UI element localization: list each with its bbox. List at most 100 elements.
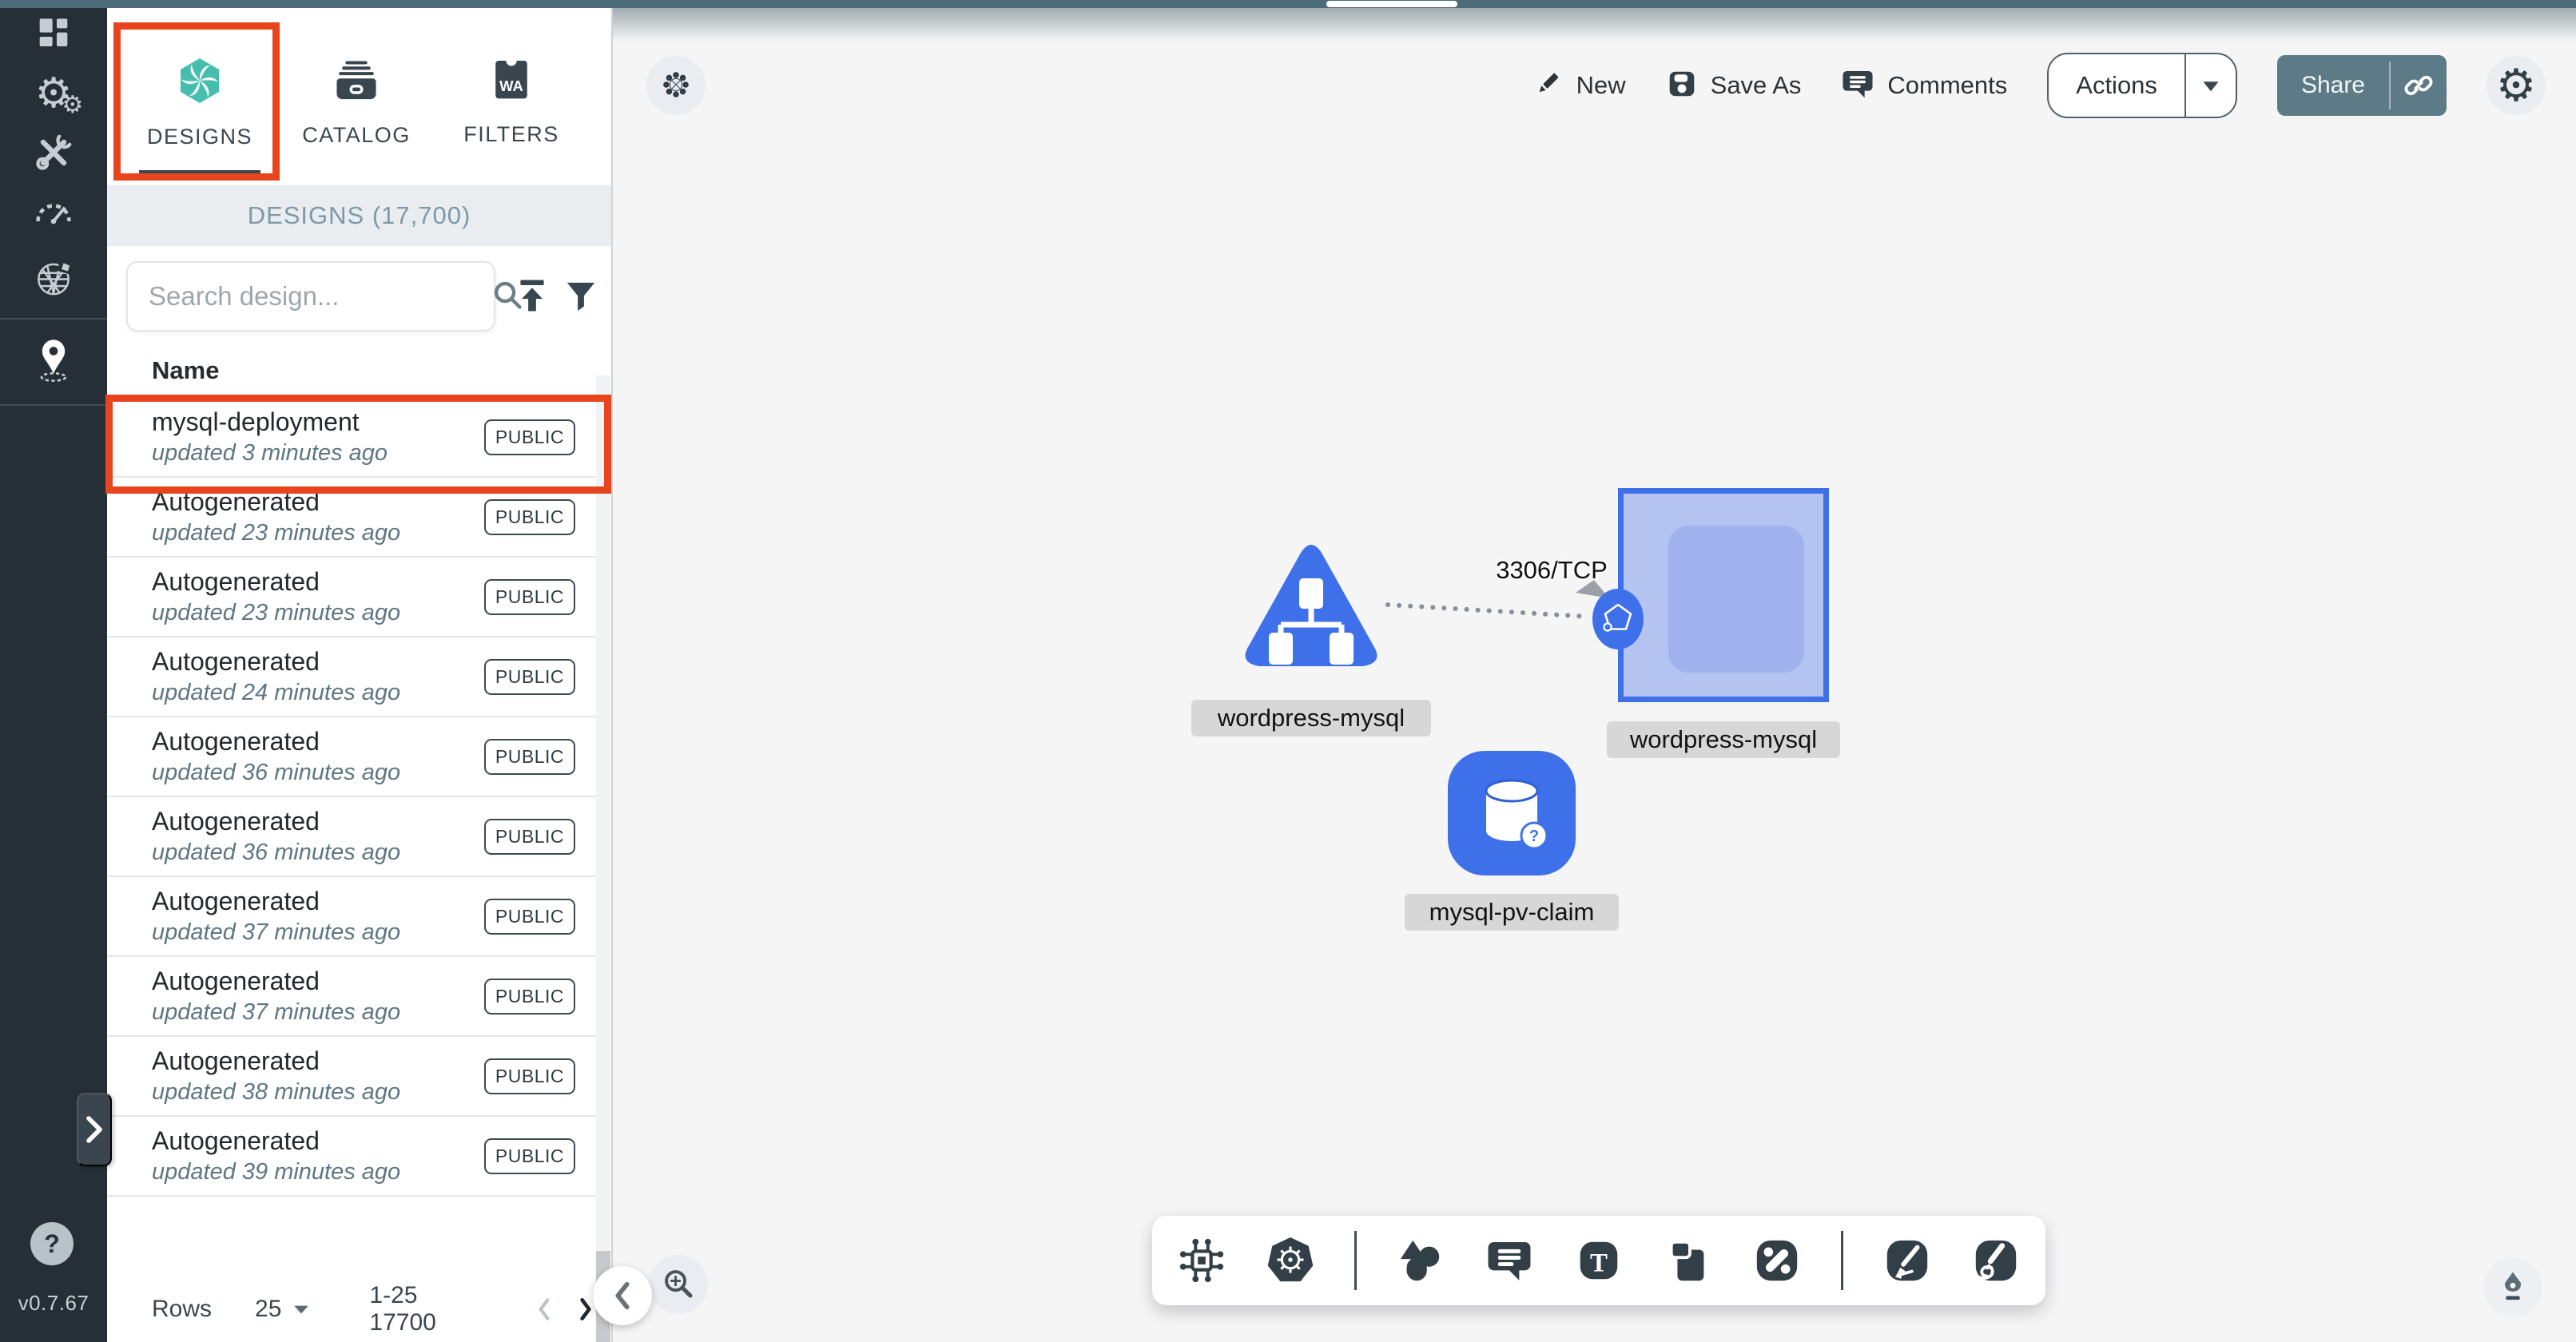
design-name: Autogenerated — [152, 727, 484, 756]
text-tool-icon[interactable]: T — [1573, 1234, 1624, 1287]
wasm-filter-icon: WA — [488, 58, 535, 108]
shapes-tool-icon[interactable] — [1395, 1234, 1446, 1287]
link-edge-tool-icon[interactable] — [1751, 1234, 1803, 1287]
design-list-item[interactable]: Autogenerated updated 23 minutes ago PUB… — [107, 558, 596, 637]
rows-per-page-select[interactable]: 25 — [255, 1296, 310, 1323]
tab-filters[interactable]: WA FILTERS — [433, 24, 590, 181]
gear-icon: ⚙ — [2496, 63, 2536, 108]
expand-sidebar-button[interactable] — [77, 1093, 112, 1166]
design-list-item[interactable]: Autogenerated updated 38 minutes ago PUB… — [107, 1037, 596, 1117]
publish-upload-icon[interactable] — [511, 275, 553, 316]
comments-button[interactable]: Comments — [1841, 67, 2007, 105]
settings-button[interactable]: ⚙ — [2487, 56, 2546, 115]
rail-divider — [0, 318, 107, 320]
visibility-badge: PUBLIC — [484, 579, 575, 615]
components-circuit-icon[interactable] — [1176, 1234, 1227, 1287]
svg-text:?: ? — [1529, 828, 1539, 845]
comment-tool-icon[interactable] — [1485, 1234, 1536, 1287]
version-label: v0.7.67 — [0, 1291, 107, 1316]
design-updated: updated 38 minutes ago — [152, 1079, 484, 1106]
freehand-draw-tool-icon[interactable] — [1882, 1234, 1933, 1287]
svg-text:T: T — [1590, 1249, 1608, 1278]
actions-label: Actions — [2049, 54, 2184, 117]
design-list-item[interactable]: Autogenerated updated 23 minutes ago PUB… — [107, 478, 596, 558]
tab-designs[interactable]: DESIGNS — [121, 24, 278, 181]
list-scrollbar-track[interactable] — [596, 375, 610, 1342]
design-updated: updated 36 minutes ago — [152, 840, 484, 866]
designs-panel: DESIGNS CATALOG WA FILTERS DESIGNS (17,7… — [107, 0, 613, 1342]
actions-dropdown-caret[interactable] — [2186, 54, 2236, 117]
database-icon: ? — [1465, 767, 1558, 860]
node-label-pvc: mysql-pv-claim — [1405, 894, 1619, 931]
rows-per-page-value: 25 — [255, 1296, 281, 1323]
help-button[interactable]: ? — [30, 1222, 74, 1265]
design-updated: updated 3 minutes ago — [152, 440, 484, 467]
search-input[interactable] — [147, 280, 490, 312]
design-updated: updated 23 minutes ago — [152, 600, 484, 626]
design-updated: updated 39 minutes ago — [152, 1159, 484, 1185]
share-button[interactable]: Share — [2277, 55, 2447, 116]
design-list-item[interactable]: Autogenerated updated 24 minutes ago PUB… — [107, 637, 596, 717]
node-pvc-mysql-pv-claim[interactable]: ? — [1448, 751, 1576, 875]
zoom-in-button[interactable] — [649, 1255, 708, 1314]
tab-designs-label: DESIGNS — [147, 125, 252, 149]
visibility-badge: PUBLIC — [484, 899, 575, 935]
pen-mode-button[interactable] — [2483, 1258, 2542, 1317]
design-list-item[interactable]: Autogenerated updated 36 minutes ago PUB… — [107, 717, 596, 797]
filter-funnel-icon[interactable] — [561, 276, 601, 316]
notes-tool-icon[interactable] — [1663, 1234, 1714, 1287]
collapse-panel-button[interactable] — [593, 1266, 652, 1325]
tool-dock: T — [1152, 1216, 2045, 1305]
edge-port-label: 3306/TCP — [1459, 556, 1644, 585]
port-badge-icon[interactable] — [1591, 586, 1645, 656]
lifecycle-gears-icon[interactable]: ⚙ ⚙ — [0, 70, 107, 117]
copy-link-icon[interactable] — [2391, 55, 2447, 116]
pencil-icon — [1532, 68, 1564, 104]
prev-page-icon[interactable] — [534, 1296, 555, 1322]
top-scrollbar-thumb[interactable] — [1326, 1, 1457, 7]
active-tab-underline — [139, 170, 260, 176]
pagination-bar: Rows 25 1-25 17700 — [107, 1276, 596, 1342]
tab-catalog-label: CATALOG — [302, 123, 411, 148]
canvas-toolbar: New Save As Comments Actions Share — [1532, 51, 2546, 120]
design-name: Autogenerated — [152, 887, 484, 916]
design-list-item[interactable]: Autogenerated updated 37 minutes ago PUB… — [107, 877, 596, 957]
catalog-drawer-icon — [332, 57, 380, 109]
share-label: Share — [2277, 55, 2389, 116]
design-canvas[interactable]: New Save As Comments Actions Share — [613, 0, 2576, 1342]
zoom-in-icon — [660, 1265, 697, 1304]
top-scrollbar[interactable] — [0, 0, 2576, 8]
dashboard-icon[interactable] — [0, 11, 107, 56]
node-service-wordpress-mysql[interactable] — [1238, 537, 1384, 678]
sketch-pencil-tool-icon[interactable] — [1970, 1234, 2021, 1287]
mesh-infrastructure-button[interactable] — [646, 56, 706, 115]
configuration-tools-icon[interactable] — [0, 129, 107, 176]
edge-layer — [613, 0, 2576, 1342]
extensions-mesh-icon[interactable] — [0, 254, 107, 302]
kanvas-pin-icon[interactable] — [0, 336, 107, 387]
design-list-item[interactable]: Autogenerated updated 39 minutes ago PUB… — [107, 1117, 596, 1197]
rows-label: Rows — [152, 1296, 212, 1323]
design-list-item[interactable]: Autogenerated updated 36 minutes ago PUB… — [107, 797, 596, 877]
meshery-logo-icon — [174, 55, 225, 110]
tab-catalog[interactable]: CATALOG — [278, 24, 435, 181]
edge-wordpress-to-deployment — [1388, 605, 1589, 617]
node-label-service: wordpress-mysql — [1191, 700, 1431, 737]
design-list-item[interactable]: Autogenerated updated 37 minutes ago PUB… — [107, 957, 596, 1037]
dock-divider — [1354, 1231, 1357, 1290]
help-label: ? — [44, 1229, 60, 1259]
new-label: New — [1576, 71, 1626, 100]
caret-down-icon — [2201, 78, 2220, 93]
comment-icon — [1841, 67, 1874, 105]
performance-gauge-icon[interactable] — [0, 189, 107, 235]
new-button[interactable]: New — [1532, 68, 1626, 104]
actions-button[interactable]: Actions — [2047, 53, 2237, 118]
node-deployment-wordpress-mysql[interactable] — [1618, 488, 1829, 702]
visibility-badge: PUBLIC — [484, 1138, 575, 1174]
comments-label: Comments — [1887, 71, 2007, 100]
design-list-item[interactable]: mysql-deployment updated 3 minutes ago P… — [107, 398, 596, 478]
design-updated: updated 37 minutes ago — [152, 919, 484, 946]
design-search-box — [126, 261, 495, 332]
kubernetes-icon[interactable] — [1266, 1234, 1317, 1287]
save-as-button[interactable]: Save As — [1666, 68, 1802, 104]
